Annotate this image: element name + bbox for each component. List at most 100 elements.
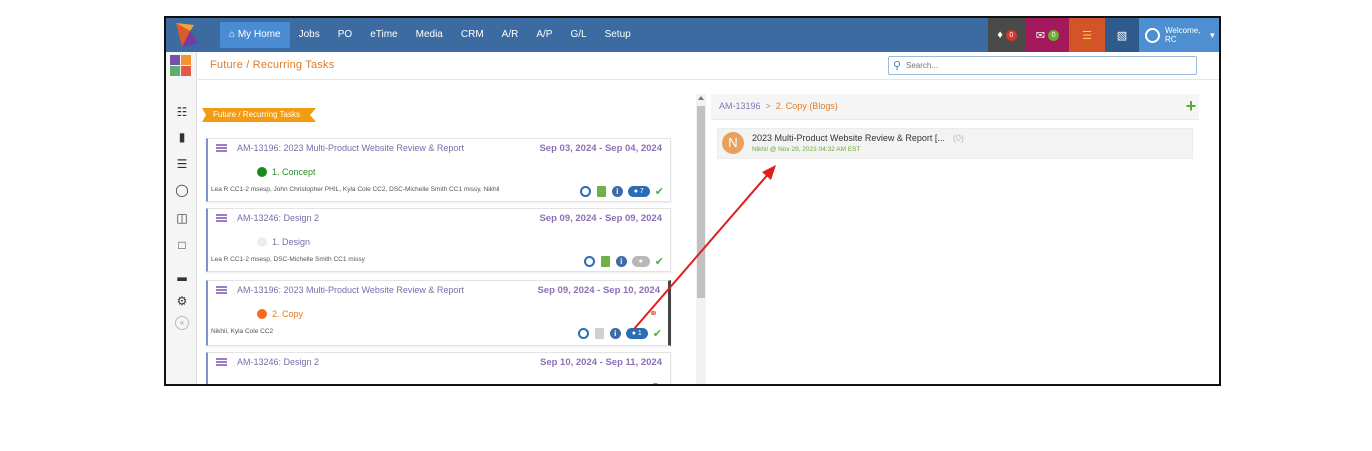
nav-my-home[interactable]: ⌂ My Home <box>220 22 290 48</box>
dashboard-tiles-icon[interactable] <box>170 55 192 77</box>
chevron-down-icon: ▼ <box>1208 30 1217 40</box>
folder-icon[interactable]: ▮ <box>174 129 190 145</box>
check-icon[interactable]: ✔ <box>653 327 662 340</box>
task-actions: i ● 1 ✔ <box>577 327 662 340</box>
blog-title[interactable]: 2023 Multi-Product Website Review & Repo… <box>752 133 964 143</box>
blog-meta: Nikhil @ Nov 29, 2023 04:32 AM EST <box>752 146 861 153</box>
database-icon: ☰ <box>1082 29 1092 42</box>
link-icon[interactable]: ⚭ <box>649 307 658 320</box>
main-nav: ⌂ My Home Jobs PO eTime Media CRM A/R A/… <box>220 22 640 48</box>
breadcrumb: AM-13196 >2. Copy (Blogs) <box>719 101 838 111</box>
page-title: Future / Recurring Tasks <box>210 59 335 71</box>
status-dot <box>257 309 267 319</box>
task-assignees: Lea R CC1-2 msesp, John Christopher PHIL… <box>211 186 500 193</box>
scroll-thumb[interactable] <box>697 106 705 298</box>
task-status: 2. Copy <box>272 309 304 319</box>
task-card[interactable]: AM-13246: Design 2 Sep 09, 2024 - Sep 09… <box>206 208 671 272</box>
task-list-icon <box>216 214 227 222</box>
info-icon[interactable]: i <box>615 255 627 267</box>
task-actions: i ● 7 ✔ <box>579 185 664 198</box>
comments-button[interactable]: ● 1 <box>625 327 648 339</box>
add-blog-button[interactable]: + <box>1183 97 1199 115</box>
notifications-button[interactable]: ♦ 0 <box>988 18 1026 52</box>
nav-po[interactable]: PO <box>329 22 361 48</box>
status-dot <box>257 167 267 177</box>
nav-media[interactable]: Media <box>407 22 452 48</box>
search-icon: ⚲ <box>893 60 902 72</box>
collapse-sidebar-icon[interactable]: « <box>175 316 189 330</box>
page-header: Future / Recurring Tasks ⚲ <box>198 52 1219 80</box>
task-dates: Sep 10, 2024 - Sep 11, 2024 <box>539 357 662 368</box>
app-logo[interactable] <box>172 21 200 49</box>
envelope-icon: ✉ <box>1035 29 1046 42</box>
nav-crm[interactable]: CRM <box>452 22 493 48</box>
calendar-icon[interactable]: □ <box>174 237 190 253</box>
document-icon[interactable] <box>600 255 610 267</box>
task-title[interactable]: AM-13246: Design 2 <box>237 213 319 223</box>
task-card-selected[interactable]: AM-13196: 2023 Multi-Product Website Rev… <box>206 280 671 346</box>
clock-icon[interactable] <box>577 327 589 339</box>
task-title[interactable]: AM-13196: 2023 Multi-Product Website Rev… <box>237 285 464 295</box>
notifications-badge: 0 <box>1005 29 1017 41</box>
map-icon[interactable]: ◫ <box>174 210 190 226</box>
tasks-scrollbar[interactable] <box>696 94 706 384</box>
blog-pane-header: AM-13196 >2. Copy (Blogs) + <box>711 94 1199 120</box>
task-actions: i ● ✔ <box>583 255 664 268</box>
database-button[interactable]: ☰ <box>1069 18 1105 52</box>
document-icon[interactable] <box>594 327 604 339</box>
clock-icon[interactable] <box>579 185 591 197</box>
bar-chart-icon[interactable]: ▂ <box>174 266 190 282</box>
task-assignees: Nikhil, Kyla Cole CC2 <box>211 328 274 335</box>
messages-badge: 0 <box>1048 29 1060 41</box>
scroll-up-arrow-icon[interactable] <box>698 96 704 100</box>
status-dot <box>257 237 267 247</box>
task-assignees: Lea R CC1-2 msesp, DSC-Michelle Smith CC… <box>211 256 365 263</box>
chat-icon[interactable]: ◯ <box>174 182 190 198</box>
nav-ap[interactable]: A/P <box>527 22 561 48</box>
search-input[interactable] <box>906 58 1186 73</box>
task-title[interactable]: AM-13196: 2023 Multi-Product Website Rev… <box>237 143 464 153</box>
link-icon[interactable]: ⚭ <box>651 379 660 384</box>
breadcrumb-job[interactable]: AM-13196 <box>719 101 761 111</box>
task-dates: Sep 03, 2024 - Sep 04, 2024 <box>539 143 662 154</box>
nav-ar[interactable]: A/R <box>493 22 528 48</box>
section-ribbon: Future / Recurring Tasks <box>202 108 316 122</box>
check-icon[interactable]: ✔ <box>655 255 664 268</box>
nav-etime[interactable]: eTime <box>361 22 406 48</box>
search-box[interactable]: ⚲ <box>888 56 1197 75</box>
task-card[interactable]: AM-13246: Design 2 Sep 10, 2024 - Sep 11… <box>206 352 671 384</box>
info-icon[interactable]: i <box>611 185 623 197</box>
task-card[interactable]: AM-13196: 2023 Multi-Product Website Rev… <box>206 138 671 202</box>
task-list-icon <box>216 144 227 152</box>
blog-pane: AM-13196 >2. Copy (Blogs) + N 2023 Multi-… <box>711 94 1199 384</box>
messages-button[interactable]: ✉ 0 <box>1026 18 1069 52</box>
nav-gl[interactable]: G/L <box>561 22 595 48</box>
task-dates: Sep 09, 2024 - Sep 09, 2024 <box>539 213 662 224</box>
org-chart-icon[interactable]: ☷ <box>174 104 190 120</box>
blog-count: (0) <box>952 133 964 143</box>
book-icon: ▧ <box>1116 29 1128 42</box>
task-status: 1. Concept <box>272 167 316 177</box>
home-icon: ⌂ <box>229 29 238 40</box>
comments-button[interactable]: ● 7 <box>627 185 650 197</box>
task-list-icon <box>216 286 227 294</box>
blog-entry[interactable]: N 2023 Multi-Product Website Review & Re… <box>717 128 1193 159</box>
left-sidebar: ☷ ▮ ☰ ◯ ◫ □ ▂ ⚙ « <box>166 52 197 384</box>
navbar-right: ♦ 0 ✉ 0 ☰ ▧ Welcome, RC ▼ <box>988 18 1219 52</box>
notes-button[interactable]: ▧ <box>1105 18 1139 52</box>
nav-setup[interactable]: Setup <box>596 22 640 48</box>
breadcrumb-task: 2. Copy (Blogs) <box>775 101 838 111</box>
comments-button[interactable]: ● <box>631 255 650 267</box>
document-icon[interactable] <box>596 185 606 197</box>
gears-icon[interactable]: ⚙ <box>174 293 190 309</box>
info-icon[interactable]: i <box>609 327 621 339</box>
task-title[interactable]: AM-13246: Design 2 <box>237 357 319 367</box>
avatar <box>1145 27 1160 43</box>
task-list-icon <box>216 358 227 366</box>
clock-icon[interactable] <box>583 255 595 267</box>
user-menu[interactable]: Welcome, RC ▼ <box>1139 18 1219 52</box>
list-icon[interactable]: ☰ <box>174 156 190 172</box>
check-icon[interactable]: ✔ <box>655 185 664 198</box>
nav-jobs[interactable]: Jobs <box>290 22 329 48</box>
avatar: N <box>722 132 744 154</box>
